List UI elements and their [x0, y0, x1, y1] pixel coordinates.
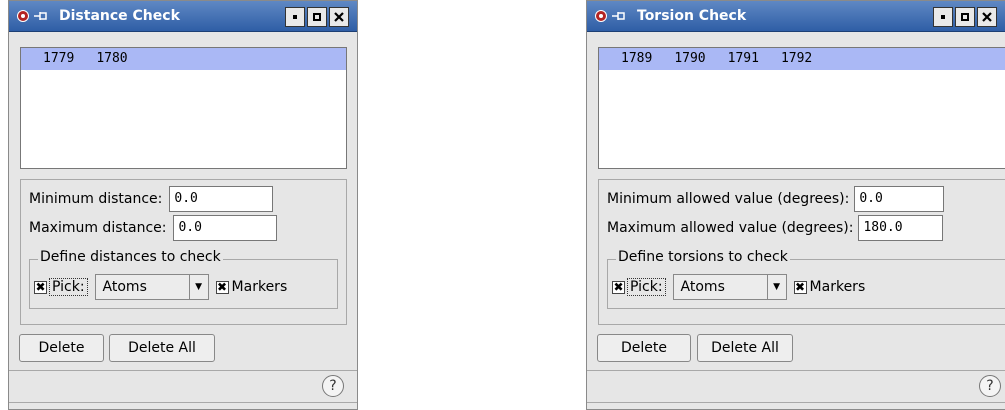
list-item[interactable]: 1789 1790 1791 1792 [599, 48, 1005, 70]
group-title: Define distances to check [38, 249, 223, 265]
atom-list[interactable]: 1789 1790 1791 1792 [598, 47, 1005, 169]
delete-button[interactable]: Delete [597, 334, 691, 362]
close-icon[interactable] [977, 7, 997, 27]
help-icon[interactable]: ? [979, 375, 1001, 397]
pin-icon[interactable] [611, 10, 627, 22]
torsion-check-window: Torsion Check 1789 1790 1791 1792 Minimum a… [586, 0, 1005, 410]
pin-icon[interactable] [33, 10, 49, 22]
minimize-icon[interactable] [285, 7, 305, 27]
window-title: Distance Check [59, 8, 180, 24]
markers-label: Markers [231, 279, 288, 295]
maximize-icon[interactable] [955, 7, 975, 27]
max-distance-label: Maximum distance: [29, 220, 167, 236]
maximize-icon[interactable] [307, 7, 327, 27]
status-strip [587, 402, 1005, 409]
pick-mode-select[interactable]: Atoms ▼ [94, 274, 209, 300]
atom-id: 1790 [674, 51, 706, 66]
app-icon[interactable] [17, 10, 29, 22]
minimize-icon[interactable] [933, 7, 953, 27]
min-value-label: Minimum allowed value (degrees): [607, 191, 850, 207]
min-value-field[interactable]: 0.0 [854, 186, 945, 212]
delete-button[interactable]: Delete [19, 334, 104, 362]
settings-panel: Minimum distance: 0.0 Maximum distance: … [20, 179, 347, 325]
pick-mode-value: Atoms [102, 279, 147, 295]
pick-label: Pick: [627, 278, 666, 296]
title-bar[interactable]: Distance Check [9, 1, 357, 32]
markers-checkbox[interactable]: ✖ [215, 280, 229, 294]
dropdown-arrow-icon[interactable]: ▼ [766, 275, 786, 299]
atom-id: 1779 [43, 51, 75, 66]
markers-checkbox[interactable]: ✖ [793, 280, 807, 294]
group-title: Define torsions to check [616, 249, 790, 265]
title-bar[interactable]: Torsion Check [587, 1, 1005, 32]
divider [9, 370, 357, 371]
max-distance-field[interactable]: 0.0 [173, 215, 278, 241]
close-icon[interactable] [329, 7, 349, 27]
max-value-label: Maximum allowed value (degrees): [607, 220, 854, 236]
atom-id: 1789 [621, 51, 653, 66]
dropdown-arrow-icon[interactable]: ▼ [188, 275, 208, 299]
pick-checkbox[interactable]: ✖ [612, 280, 625, 294]
distance-check-window: Distance Check 1779 1780 Minimum distance… [8, 0, 358, 410]
pick-label: Pick: [49, 278, 88, 296]
define-group: Define distances to check ✖ Pick: Atoms … [29, 249, 338, 309]
markers-label: Markers [809, 279, 866, 295]
min-distance-label: Minimum distance: [29, 191, 163, 207]
delete-all-button[interactable]: Delete All [109, 334, 215, 362]
atom-id: 1792 [780, 51, 813, 66]
atom-id: 1791 [727, 51, 759, 66]
divider [587, 370, 1005, 371]
atom-id: 1780 [96, 51, 128, 66]
pick-mode-select[interactable]: Atoms ▼ [672, 274, 787, 300]
window-title: Torsion Check [637, 8, 747, 24]
settings-panel: Minimum allowed value (degrees): 0.0 Max… [598, 179, 1005, 325]
app-icon[interactable] [595, 10, 607, 22]
pick-mode-value: Atoms [680, 279, 725, 295]
max-value-field[interactable]: 180.0 [858, 215, 944, 241]
status-strip [9, 402, 357, 409]
pick-checkbox[interactable]: ✖ [34, 280, 47, 294]
delete-all-button[interactable]: Delete All [697, 334, 793, 362]
help-icon[interactable]: ? [322, 375, 344, 397]
list-item[interactable]: 1779 1780 [21, 48, 346, 70]
min-distance-field[interactable]: 0.0 [169, 186, 274, 212]
define-group: Define torsions to check ✖ Pick: Atoms ▼… [607, 249, 1005, 309]
atom-list[interactable]: 1779 1780 [20, 47, 347, 169]
